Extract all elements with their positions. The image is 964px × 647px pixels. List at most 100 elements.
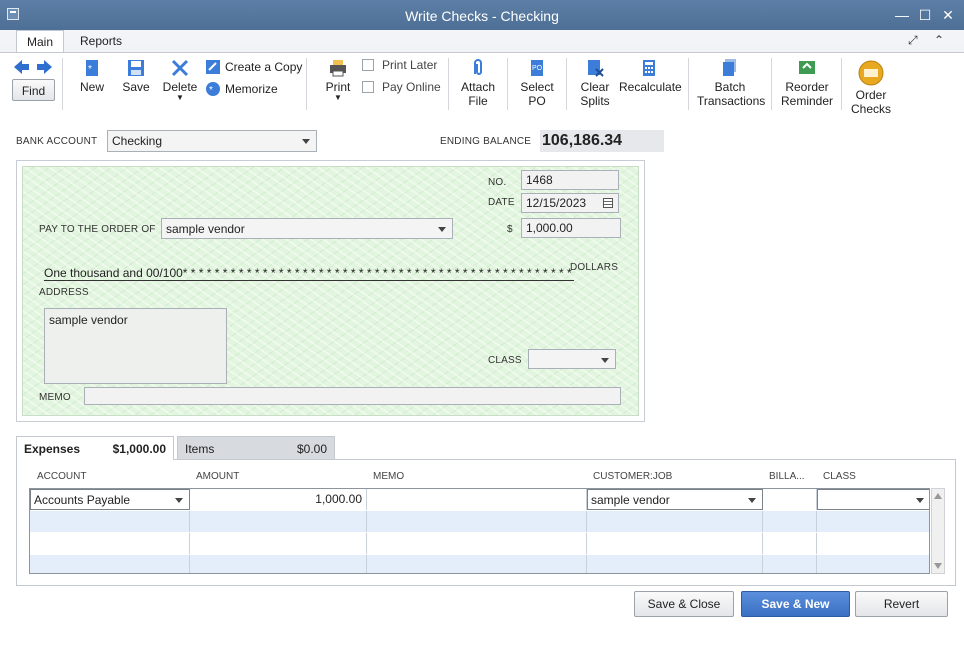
amount-input[interactable]: 1,000.00 [521,218,621,238]
clear-splits-label-1: Clear [580,80,610,94]
chevron-down-icon: ▼ [334,93,342,102]
tab-expenses[interactable]: Expenses $1,000.00 [16,436,174,460]
batch-label-2: Transactions [697,94,766,108]
bank-account-select[interactable]: Checking [107,130,317,152]
tab-reports[interactable]: Reports [70,30,132,52]
title-bar: Write Checks - Checking — ☐ ✕ [0,0,964,30]
reorder-label-1: Reorder [785,80,829,94]
expenses-tab-amount: $1,000.00 [112,442,166,456]
check-panel: NO. 1468 DATE 12/15/2023 PAY TO THE ORDE… [16,160,645,422]
pay-to-label: PAY TO THE ORDER OF [39,224,156,235]
table-row[interactable] [30,511,929,532]
save-close-button[interactable]: Save & Close [634,591,734,617]
recalculate-label: Recalculate [619,80,682,94]
column-amount[interactable]: AMOUNT [196,471,239,482]
table-row[interactable] [30,555,929,573]
close-button[interactable]: ✕ [940,7,956,23]
expand-icon[interactable]: ⤢ [908,33,918,48]
svg-text:PO: PO [532,65,543,72]
print-later-checkbox[interactable]: Print Later [362,58,437,72]
dollars-label: DOLLARS [570,262,619,273]
table-row[interactable] [30,533,929,554]
check-number-input[interactable]: 1468 [521,170,619,190]
tab-main[interactable]: Main [16,30,65,52]
new-label: New [79,80,104,94]
date-input[interactable]: 12/15/2023 [521,193,619,213]
pay-online-checkbox[interactable]: Pay Online [362,80,441,94]
column-memo[interactable]: MEMO [373,471,404,482]
minimize-button[interactable]: — [894,7,910,23]
purchase-order-icon: PO [531,60,543,76]
reorder-icon [799,61,815,74]
svg-text:*: * [209,85,213,96]
reorder-label-2: Reminder [780,94,834,108]
check-no-label: NO. [488,177,507,188]
expenses-tab-label: Expenses [24,442,81,456]
printer-icon [330,60,346,77]
collapse-ribbon-icon[interactable]: ⌃ [934,33,944,47]
clear-splits-button[interactable]: Clear Splits [576,58,614,108]
batch-icon [723,59,736,76]
amount-cell[interactable]: 1,000.00 [190,489,367,510]
pay-online-check-icon [362,81,374,93]
chevron-down-icon [175,498,183,503]
items-tab-amount: $0.00 [296,442,327,456]
print-label: Print [325,80,351,94]
new-button[interactable]: * New [77,58,107,94]
create-copy-label: Create a Copy [225,60,303,74]
memo-input[interactable] [84,387,621,405]
tab-items[interactable]: Items $0.00 [177,436,335,460]
class-select[interactable] [528,349,616,369]
class-label: CLASS [488,355,522,366]
save-label: Save [122,80,150,94]
prev-icon[interactable] [14,60,30,77]
calendar-icon[interactable] [603,198,613,208]
bank-account-label: BANK ACCOUNT [16,136,98,147]
payee-select[interactable]: sample vendor [161,218,453,239]
select-po-button[interactable]: PO Select PO [517,58,557,108]
chevron-down-icon [916,498,924,503]
table-row[interactable]: Accounts Payable 1,000.00 sample vendor [30,489,929,510]
scroll-down-icon[interactable] [934,563,942,569]
grid-scrollbar[interactable] [931,488,945,574]
recalculate-button[interactable]: Recalculate [619,58,682,94]
create-copy-button[interactable]: Create a Copy [205,59,302,75]
customer-job-cell[interactable]: sample vendor [587,489,763,510]
address-textarea[interactable]: sample vendor [44,308,227,384]
save-new-button[interactable]: Save & New [741,591,850,617]
clear-splits-icon [588,60,604,77]
print-button[interactable]: Print ▼ [322,58,354,102]
order-checks-label-1: Order [855,88,887,102]
svg-text:*: * [88,64,92,75]
ending-balance-value: 106,186.34 [540,130,664,152]
billable-cell[interactable] [763,489,817,510]
scroll-up-icon[interactable] [934,493,942,499]
memo-cell[interactable] [367,489,587,510]
delete-label: Delete [162,80,198,94]
date-label: DATE [488,197,515,208]
find-button[interactable]: Find [12,79,55,101]
customer-job-value: sample vendor [591,493,670,507]
batch-transactions-button[interactable]: Batch Transactions [697,58,766,108]
reorder-reminder-button[interactable]: Reorder Reminder [780,58,834,108]
save-icon [128,60,144,76]
delete-button[interactable]: Delete ▼ [162,58,198,102]
dollar-sign: $ [507,224,513,235]
revert-button[interactable]: Revert [855,591,948,617]
class-cell[interactable] [817,489,929,510]
attach-file-button[interactable]: Attach File [458,58,498,108]
next-icon[interactable] [36,60,52,77]
calculator-icon [643,60,655,76]
maximize-button[interactable]: ☐ [917,7,933,23]
memorize-button[interactable]: * Memorize [205,81,278,97]
save-button[interactable]: Save [120,58,152,94]
order-checks-button[interactable]: Order Checks [850,60,892,116]
column-account[interactable]: ACCOUNT [37,471,86,482]
column-customer-job[interactable]: CUSTOMER:JOB [593,471,672,482]
column-class[interactable]: CLASS [823,471,856,482]
ending-balance-label: ENDING BALANCE [440,136,532,147]
column-billable[interactable]: BILLA... [769,471,805,482]
account-cell[interactable]: Accounts Payable [30,489,190,510]
select-po-label-1: Select [520,80,554,94]
chevron-down-icon [601,358,609,363]
